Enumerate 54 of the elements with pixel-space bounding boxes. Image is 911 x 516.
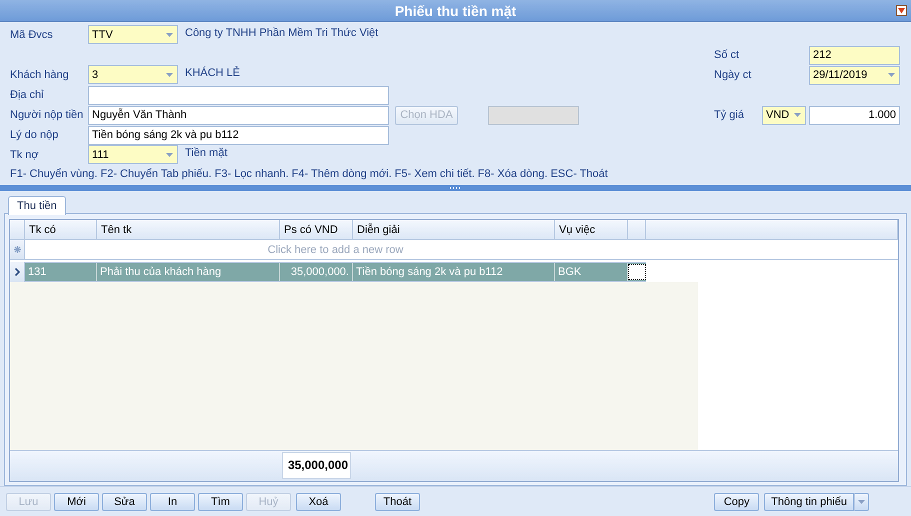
caret-icon (888, 73, 895, 77)
column-header[interactable]: Vụ việc (555, 220, 628, 239)
number-field[interactable]: 1.000 (809, 106, 900, 124)
total-value: 35,000,000 (282, 452, 351, 478)
lookup-name: Tiền mặt (185, 146, 228, 159)
table-cell: Tiền bóng sáng 2k và pu b112 (353, 263, 555, 281)
copy-button[interactable]: Copy (714, 492, 760, 510)
text-field[interactable]: Tiền bóng sáng 2k và pu b112 (88, 126, 389, 144)
field-label: Người nộp tiền (10, 109, 84, 121)
dropdown-icon[interactable] (896, 5, 907, 16)
field-label: Tỷ giá (714, 109, 745, 121)
column-header[interactable]: Tk có (25, 220, 97, 239)
combo-box[interactable]: TTV (88, 25, 178, 44)
table-cell: Phải thu của khách hàng (97, 263, 280, 281)
action-button[interactable]: Mới (54, 492, 99, 510)
dropdown-button[interactable] (854, 492, 869, 510)
caret-icon (794, 113, 801, 117)
action-button[interactable]: Thoát (375, 492, 420, 510)
action-button[interactable]: Tìm (198, 492, 243, 510)
text-field[interactable] (88, 86, 389, 104)
tab[interactable]: Thu tiền (8, 196, 66, 215)
field-label: Tk nợ (10, 149, 40, 161)
field-label: Ngày ct (714, 69, 752, 81)
row-pointer-icon (14, 268, 20, 276)
caret-icon (166, 32, 173, 36)
focused-cell[interactable] (628, 264, 646, 280)
field-label: Số ct (714, 49, 740, 61)
action-button[interactable]: Xoá (296, 492, 341, 510)
column-header[interactable]: Tên tk (97, 220, 280, 239)
action-button[interactable]: Sửa (102, 492, 147, 510)
caret-icon (166, 72, 173, 76)
column-header[interactable]: Diễn giải (353, 220, 555, 239)
lookup-name: Công ty TNHH Phần Mềm Tri Thức Việt (185, 26, 378, 39)
window-title: Phiếu thu tiền mặt (394, 2, 516, 18)
combo-box[interactable]: 111 (88, 145, 178, 164)
field-label: Lý do nộp (10, 129, 60, 141)
column-header[interactable]: Ps có VND (280, 220, 353, 239)
shortcut-hint: F1- Chuyển vùng. F2- Chuyển Tab phiếu. F3- Lọc nhanh. F4- Thêm dòng mới. F5- Xem chi tiết. F8- Xóa dòng. ESC- Thoát (10, 168, 609, 180)
lookup-name: KHÁCH LẺ (185, 65, 240, 79)
info-button[interactable]: Thông tin phiếu (764, 492, 854, 510)
field-label: Địa chỉ (10, 89, 45, 101)
text-field[interactable]: 212 (809, 46, 900, 64)
action-button[interactable]: In (150, 492, 195, 510)
field-label: Mã Đvcs (10, 29, 54, 41)
combo-box[interactable]: 3 (88, 65, 178, 84)
combo-box[interactable]: 29/11/2019 (809, 66, 900, 84)
table-cell: 131 (25, 263, 97, 281)
asterisk-icon (14, 246, 20, 253)
caret-icon (166, 152, 173, 156)
text-field[interactable]: Nguyễn Văn Thành (88, 106, 389, 124)
caret-icon (858, 500, 865, 504)
table-cell: 35,000,000. (280, 263, 353, 281)
combo-box[interactable]: VND (762, 106, 806, 124)
field-label: Khách hàng (10, 69, 70, 81)
